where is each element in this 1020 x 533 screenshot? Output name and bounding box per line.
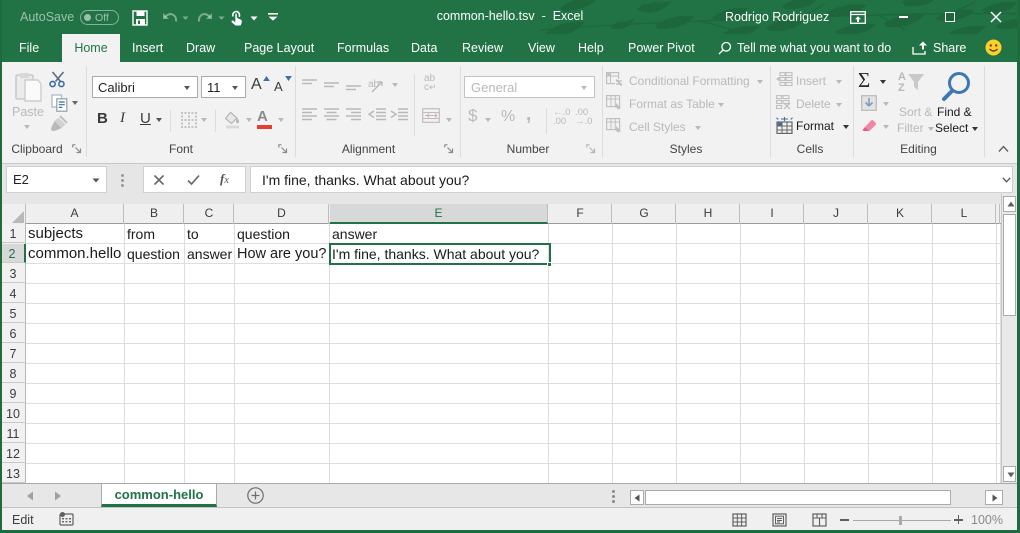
svg-text:ab: ab (368, 79, 380, 90)
